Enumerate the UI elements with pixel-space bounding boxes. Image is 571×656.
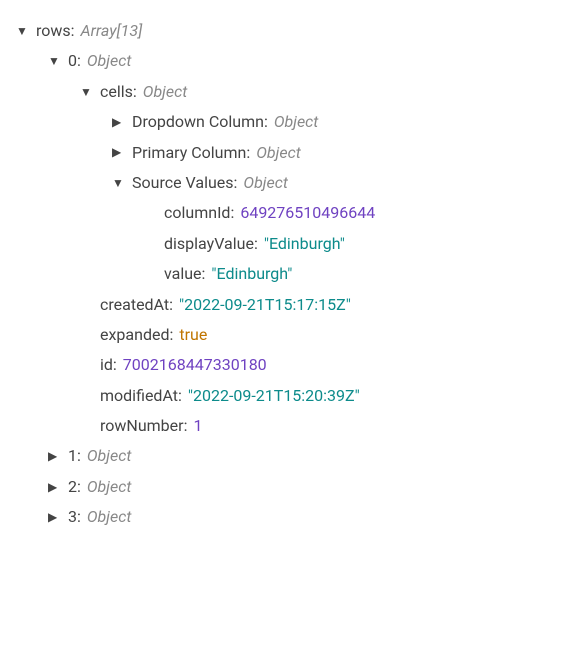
tree-value-type: Array[13] (81, 16, 143, 46)
tree-key: rowNumber (100, 411, 184, 441)
tree-row-primary-column[interactable]: ▶ Primary Column: Object (16, 138, 555, 168)
tree-key: Dropdown Column (132, 107, 264, 137)
tree-value-type: Object (87, 472, 132, 502)
tree-row-rownumber[interactable]: rowNumber: 1 (16, 411, 555, 441)
tree-row-id[interactable]: id: 7002168447330180 (16, 350, 555, 380)
tree-key: value (164, 259, 202, 289)
json-tree: ▼ rows: Array[13] ▼ 0: Object ▼ cells: O… (16, 16, 555, 533)
tree-row-value[interactable]: value: "Edinburgh" (16, 259, 555, 289)
chevron-right-icon[interactable]: ▶ (48, 506, 62, 529)
tree-key: 0 (68, 46, 77, 76)
tree-value-number: 7002168447330180 (123, 350, 267, 380)
tree-value-string: "Edinburgh" (211, 259, 292, 289)
tree-key: 3 (68, 502, 77, 532)
chevron-right-icon[interactable]: ▶ (48, 445, 62, 468)
tree-row-columnid[interactable]: columnId: 649276510496644 (16, 198, 555, 228)
tree-row-createdat[interactable]: createdAt: "2022-09-21T15:17:15Z" (16, 290, 555, 320)
chevron-down-icon[interactable]: ▼ (80, 81, 94, 104)
chevron-right-icon[interactable]: ▶ (112, 111, 126, 134)
tree-row-1[interactable]: ▶ 1: Object (16, 441, 555, 471)
tree-row-0[interactable]: ▼ 0: Object (16, 46, 555, 76)
tree-value-number: 1 (193, 411, 202, 441)
tree-value-type: Object (87, 46, 132, 76)
chevron-down-icon[interactable]: ▼ (16, 20, 30, 43)
tree-key: displayValue (164, 229, 254, 259)
tree-value-type: Object (256, 138, 301, 168)
tree-value-type: Object (87, 502, 132, 532)
tree-row-cells[interactable]: ▼ cells: Object (16, 77, 555, 107)
tree-key: 2 (68, 472, 77, 502)
tree-value-type: Object (87, 441, 132, 471)
tree-key: Source Values (132, 168, 234, 198)
tree-row-3[interactable]: ▶ 3: Object (16, 502, 555, 532)
tree-value-number: 649276510496644 (240, 198, 375, 228)
chevron-right-icon[interactable]: ▶ (112, 141, 126, 164)
chevron-down-icon[interactable]: ▼ (48, 50, 62, 73)
tree-row-dropdown-column[interactable]: ▶ Dropdown Column: Object (16, 107, 555, 137)
tree-row-displayvalue[interactable]: displayValue: "Edinburgh" (16, 229, 555, 259)
tree-key: expanded (100, 320, 169, 350)
tree-key: id (100, 350, 113, 380)
tree-row-modifiedat[interactable]: modifiedAt: "2022-09-21T15:20:39Z" (16, 381, 555, 411)
tree-row-rows[interactable]: ▼ rows: Array[13] (16, 16, 555, 46)
chevron-right-icon[interactable]: ▶ (48, 476, 62, 499)
tree-value-string: "Edinburgh" (264, 229, 345, 259)
tree-key: cells (100, 77, 133, 107)
tree-row-source-values[interactable]: ▼ Source Values: Object (16, 168, 555, 198)
tree-key: 1 (68, 441, 77, 471)
tree-row-2[interactable]: ▶ 2: Object (16, 472, 555, 502)
tree-value-bool: true (179, 320, 207, 350)
tree-key: columnId (164, 198, 230, 228)
tree-value-string: "2022-09-21T15:20:39Z" (188, 381, 360, 411)
tree-value-type: Object (143, 77, 188, 107)
tree-key: rows (36, 16, 71, 46)
chevron-down-icon[interactable]: ▼ (112, 172, 126, 195)
tree-value-string: "2022-09-21T15:17:15Z" (179, 290, 351, 320)
tree-key: createdAt (100, 290, 169, 320)
tree-value-type: Object (274, 107, 319, 137)
tree-key: modifiedAt (100, 381, 178, 411)
tree-row-expanded[interactable]: expanded: true (16, 320, 555, 350)
tree-value-type: Object (243, 168, 288, 198)
tree-key: Primary Column (132, 138, 246, 168)
